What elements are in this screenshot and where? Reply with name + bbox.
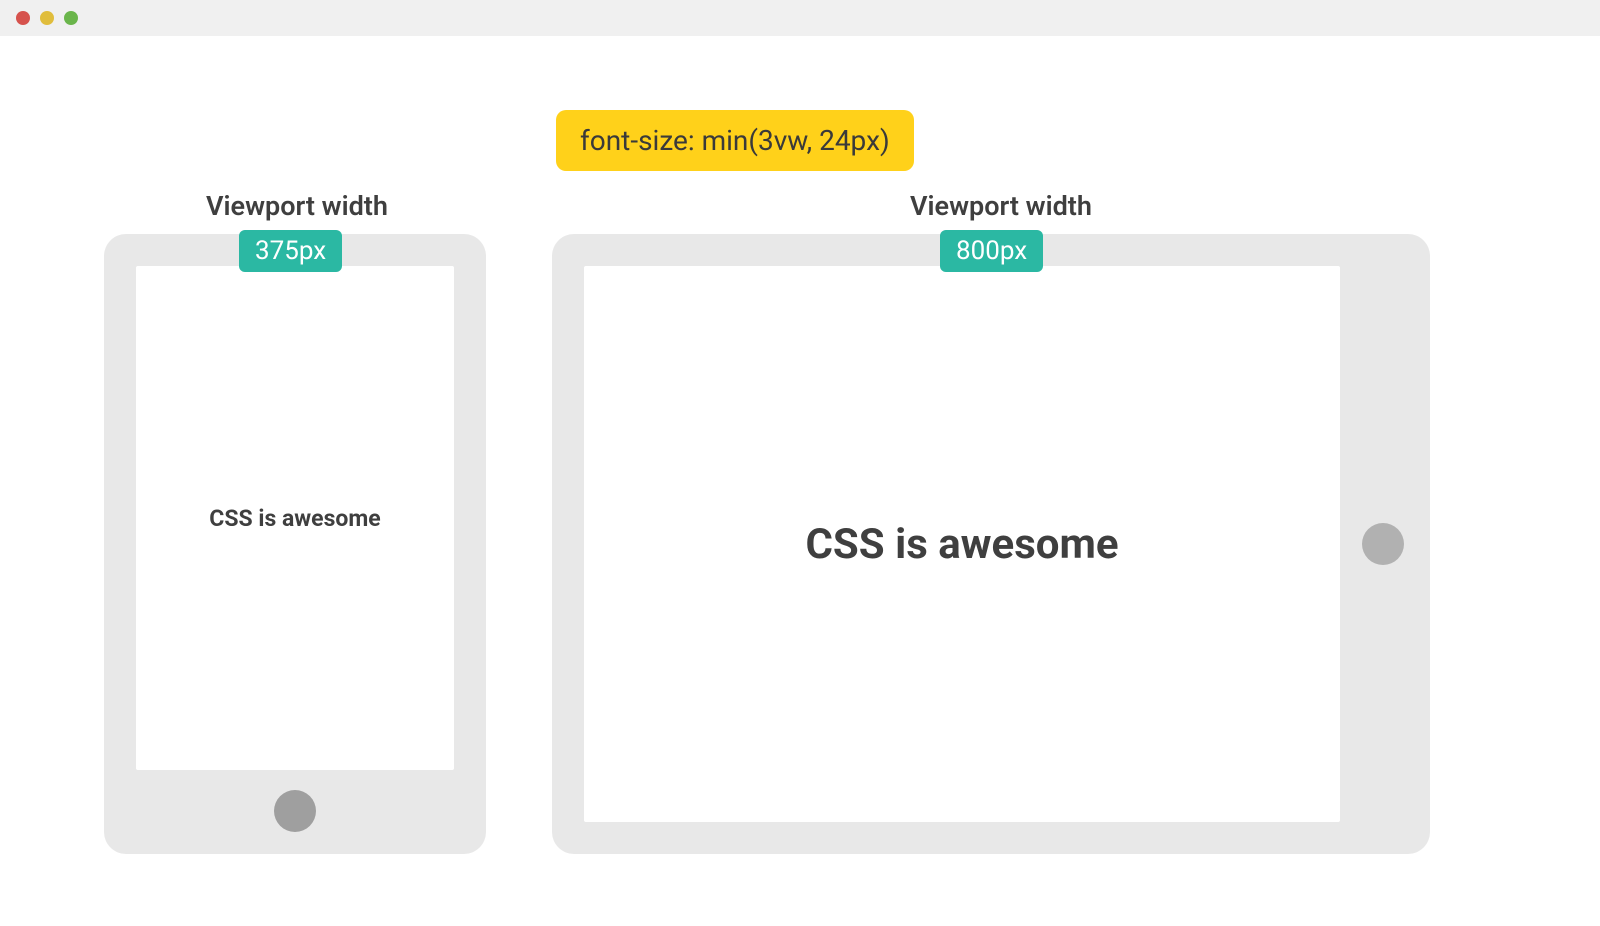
minimize-icon [40, 11, 54, 25]
close-icon [16, 11, 30, 25]
tablet-content-text: CSS is awesome [805, 520, 1118, 569]
window-titlebar [0, 0, 1600, 36]
phone-content-text: CSS is awesome [209, 505, 380, 532]
home-button-icon [274, 790, 316, 832]
viewport-width-badge-phone: 375px [239, 230, 342, 272]
home-button-icon [1362, 523, 1404, 565]
phone-screen: CSS is awesome [136, 266, 454, 770]
viewport-label-phone: Viewport width [206, 190, 388, 222]
tablet-device: CSS is awesome [552, 234, 1430, 854]
phone-device: CSS is awesome [104, 234, 486, 854]
tablet-screen: CSS is awesome [584, 266, 1340, 822]
maximize-icon [64, 11, 78, 25]
viewport-label-tablet: Viewport width [910, 190, 1092, 222]
viewport-width-badge-tablet: 800px [940, 230, 1043, 272]
css-rule-chip: font-size: min(3vw, 24px) [556, 110, 914, 171]
content-area: font-size: min(3vw, 24px) Viewport width… [0, 36, 1600, 70]
